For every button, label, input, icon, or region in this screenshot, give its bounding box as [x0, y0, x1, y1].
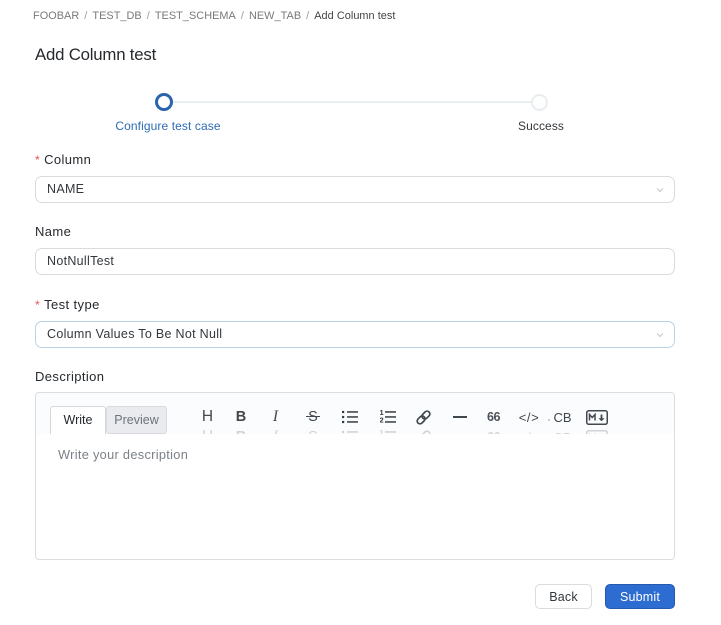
svg-text:2: 2 [380, 416, 384, 425]
svg-text:1: 1 [380, 430, 384, 434]
